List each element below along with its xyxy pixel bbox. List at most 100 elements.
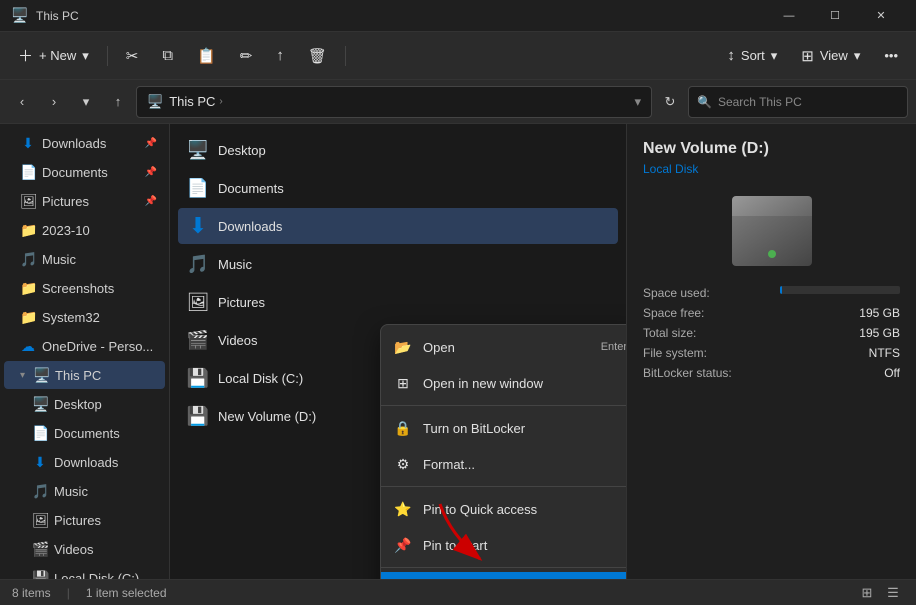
- panel-space-used-row: Space used:: [643, 286, 900, 300]
- delete-icon: 🗑: [308, 47, 327, 65]
- sidebar-item-onedrive[interactable]: ☁ OneDrive - Perso...: [4, 332, 165, 360]
- sidebar-item-downloads2[interactable]: ⬇ Downloads: [4, 448, 165, 476]
- panel-total-size-row: Total size: 195 GB: [643, 326, 900, 340]
- search-box[interactable]: 🔍 Search This PC: [688, 86, 908, 118]
- ctx-pin-to-quick[interactable]: ⭐ Pin to Quick access: [381, 491, 626, 527]
- new-label: + New: [39, 48, 76, 63]
- ctx-separator-3: [381, 567, 626, 568]
- sidebar-item-label: System32: [42, 310, 100, 325]
- list-view-button[interactable]: ☰: [882, 582, 904, 604]
- music-icon: 🎵: [20, 251, 36, 268]
- sidebar-item-2023-10[interactable]: 📁 2023-10: [4, 216, 165, 244]
- local-disk-c-icon: 💾: [32, 570, 48, 580]
- ctx-open-new-window[interactable]: ⊞ Open in new window: [381, 365, 626, 401]
- desktop-icon: 🖥️: [32, 396, 48, 413]
- share-button[interactable]: ↑: [266, 38, 294, 74]
- forward-button[interactable]: ›: [40, 88, 68, 116]
- grid-view-button[interactable]: ⊞: [856, 582, 878, 604]
- table-row[interactable]: ⬇ Downloads: [178, 208, 618, 244]
- table-row[interactable]: 🖥️ Desktop: [178, 132, 618, 168]
- ctx-label: Pin to Quick access: [423, 502, 537, 517]
- pin-icon: 📌: [145, 196, 157, 207]
- address-path: This PC ›: [169, 94, 223, 109]
- sidebar-item-label: Documents: [42, 165, 108, 180]
- more-button[interactable]: •••: [874, 38, 908, 74]
- sidebar-item-pictures-pinned[interactable]: 🖼 Pictures 📌: [4, 187, 165, 215]
- address-dropdown-icon[interactable]: ▾: [634, 94, 641, 110]
- bitlocker-icon: 🔒: [393, 418, 413, 438]
- close-button[interactable]: ✕: [858, 0, 904, 32]
- item-count: 8 items: [12, 586, 51, 600]
- refresh-button[interactable]: ↻: [656, 88, 684, 116]
- address-chevron: ›: [219, 96, 222, 107]
- pin-start-icon: 📌: [393, 535, 413, 555]
- rename-button[interactable]: ✏: [230, 38, 263, 74]
- sidebar: ⬇ Downloads 📌 📄 Documents 📌 🖼 Pictures 📌…: [0, 124, 170, 579]
- this-pc-icon: 🖥️: [33, 367, 49, 384]
- sidebar-item-this-pc[interactable]: ▾ 🖥️ This PC: [4, 361, 165, 389]
- sidebar-item-music[interactable]: 🎵 Music: [4, 245, 165, 273]
- sidebar-item-documents-pinned[interactable]: 📄 Documents 📌: [4, 158, 165, 186]
- table-row[interactable]: 📄 Documents: [178, 170, 618, 206]
- new-volume-d-file-icon: 💾: [186, 404, 210, 428]
- sidebar-item-label: Pictures: [54, 513, 101, 528]
- ctx-open[interactable]: 📂 Open Enter: [381, 329, 626, 365]
- pictures-file-icon: 🖼: [186, 290, 210, 314]
- sidebar-item-pictures2[interactable]: 🖼 Pictures: [4, 506, 165, 534]
- toolbar-sep-2: [345, 46, 346, 66]
- space-used-label: Space used:: [643, 286, 710, 300]
- expand-icon: ▾: [20, 370, 25, 381]
- up-button[interactable]: ↑: [104, 88, 132, 116]
- address-input[interactable]: 🖥️ This PC › ▾: [136, 86, 652, 118]
- sidebar-item-label: Desktop: [54, 397, 102, 412]
- sidebar-item-label: Videos: [54, 542, 94, 557]
- sidebar-item-label: This PC: [55, 368, 101, 383]
- new-button[interactable]: ＋ + New ▾: [8, 38, 99, 74]
- minimize-button[interactable]: —: [766, 0, 812, 32]
- folder-icon: 📁: [20, 222, 36, 239]
- sidebar-item-music2[interactable]: 🎵 Music: [4, 477, 165, 505]
- pictures2-icon: 🖼: [32, 512, 48, 529]
- maximize-button[interactable]: ☐: [812, 0, 858, 32]
- delete-button[interactable]: 🗑: [298, 38, 337, 74]
- sidebar-item-label: Local Disk (C:): [54, 571, 139, 580]
- videos-icon: 🎬: [32, 541, 48, 558]
- toolbar: ＋ + New ▾ ✂ ⧉ 📋 ✏ ↑ 🗑 ↕ Sort ▾ ⊞ View ▾ …: [0, 32, 916, 80]
- table-row[interactable]: 🎵 Music: [178, 246, 618, 282]
- ctx-shortcut: Enter: [601, 341, 626, 353]
- drive-led: [768, 250, 776, 258]
- ctx-turn-on-bitlocker[interactable]: 🔒 Turn on BitLocker: [381, 410, 626, 446]
- copy-button[interactable]: ⧉: [152, 38, 183, 74]
- view-button[interactable]: ⊞ View ▾: [791, 38, 870, 74]
- address-path-text: This PC: [169, 94, 215, 109]
- recent-button[interactable]: ▾: [72, 88, 100, 116]
- sidebar-item-label: Music: [42, 252, 76, 267]
- sort-button[interactable]: ↕ Sort ▾: [717, 38, 787, 74]
- title-bar: 🖥️ This PC — ☐ ✕: [0, 0, 916, 32]
- ctx-pin-to-start[interactable]: 📌 Pin to Start: [381, 527, 626, 563]
- table-row[interactable]: 🖼 Pictures: [178, 284, 618, 320]
- sidebar-item-documents2[interactable]: 📄 Documents: [4, 419, 165, 447]
- back-button[interactable]: ‹: [8, 88, 36, 116]
- sidebar-item-screenshots[interactable]: 📁 Screenshots: [4, 274, 165, 302]
- sidebar-item-local-disk-c[interactable]: 💾 Local Disk (C:): [4, 564, 165, 579]
- file-area: 🖥️ Desktop 📄 Documents ⬇ Downloads 🎵 Mus…: [170, 124, 626, 579]
- space-free-value: 195 GB: [859, 306, 900, 320]
- sidebar-item-downloads-pinned[interactable]: ⬇ Downloads 📌: [4, 129, 165, 157]
- ctx-properties[interactable]: 📋 Properties Alt+Enter: [381, 572, 626, 579]
- app-icon: 🖥️: [12, 8, 28, 24]
- status-bar-right: ⊞ ☰: [856, 582, 904, 604]
- ctx-label: Pin to Start: [423, 538, 487, 553]
- ctx-separator-2: [381, 486, 626, 487]
- pictures-pinned-icon: 🖼: [20, 193, 36, 210]
- cut-button[interactable]: ✂: [116, 38, 149, 74]
- sidebar-item-videos[interactable]: 🎬 Videos: [4, 535, 165, 563]
- selected-count: 1 item selected: [86, 586, 167, 600]
- title-bar-controls: — ☐ ✕: [766, 0, 904, 32]
- paste-button[interactable]: 📋: [187, 38, 226, 74]
- ctx-format[interactable]: ⚙ Format...: [381, 446, 626, 482]
- total-size-label: Total size:: [643, 326, 696, 340]
- sidebar-item-desktop[interactable]: 🖥️ Desktop: [4, 390, 165, 418]
- sidebar-item-system32[interactable]: 📁 System32: [4, 303, 165, 331]
- downloads-pinned-icon: ⬇: [20, 135, 36, 152]
